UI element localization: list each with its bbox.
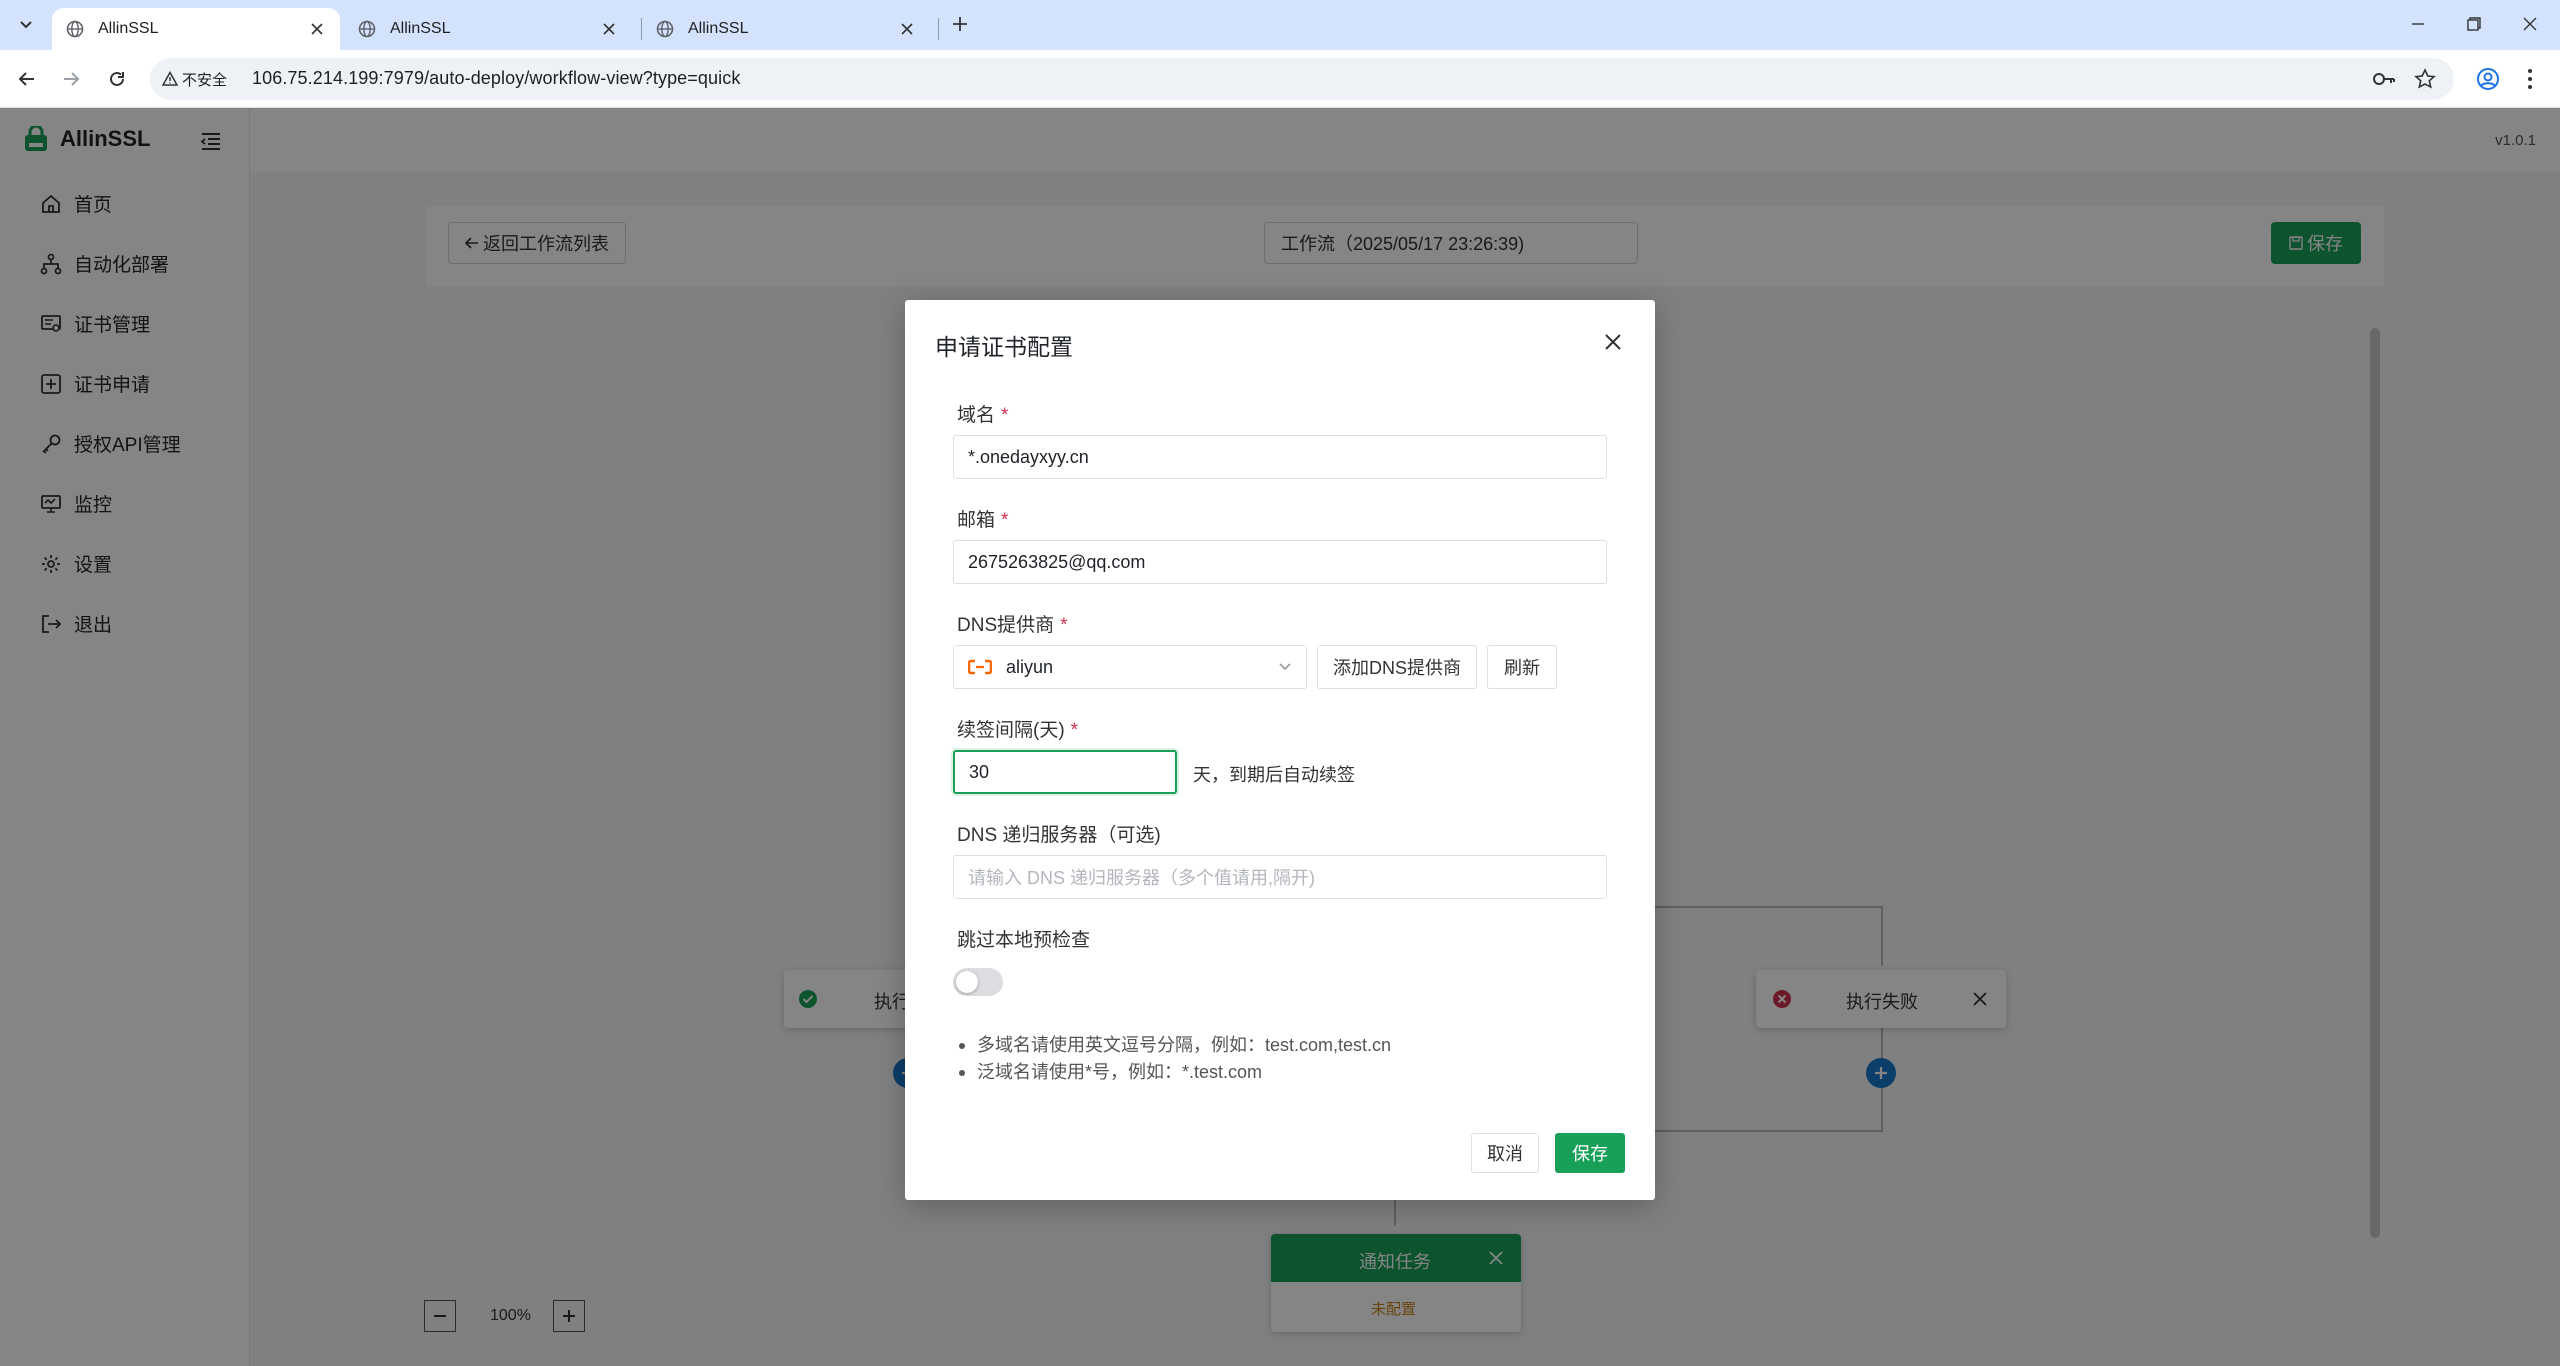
dns-provider-select[interactable]: aliyun: [953, 645, 1307, 689]
tab-title: AllinSSL: [390, 20, 451, 37]
close-icon: [2523, 17, 2537, 31]
tab-separator: [938, 18, 939, 40]
required-mark: *: [1060, 615, 1068, 636]
domain-label: 域名 *: [957, 400, 1008, 427]
new-tab-button[interactable]: [940, 4, 980, 44]
email-input[interactable]: 2675263825@qq.com: [953, 540, 1607, 584]
minimize-icon: [2412, 23, 2424, 25]
browser-tab-3[interactable]: AllinSSL: [642, 8, 930, 50]
back-button[interactable]: [12, 64, 42, 94]
minimize-button[interactable]: [2390, 0, 2446, 48]
profile-icon[interactable]: [2476, 67, 2500, 91]
skip-check-toggle[interactable]: [953, 968, 1003, 996]
reload-icon: [110, 71, 124, 86]
reload-button[interactable]: [102, 64, 132, 94]
url-text: 106.75.214.199:7979/auto-deploy/workflow…: [252, 68, 741, 88]
globe-icon: [66, 20, 84, 38]
more-menu-icon[interactable]: [2526, 67, 2534, 91]
restore-button[interactable]: [2446, 0, 2502, 48]
browser-tab-strip: AllinSSL AllinSSL AllinSSL: [0, 0, 2560, 50]
renew-suffix: 天，到期后自动续签: [1193, 765, 1355, 785]
close-icon[interactable]: [1599, 328, 1627, 356]
help-tips: 多域名请使用英文逗号分隔，例如：test.com,test.cn 泛域名请使用*…: [955, 1032, 1391, 1086]
star-icon[interactable]: [2414, 68, 2436, 90]
label-text: 邮箱: [957, 510, 996, 531]
chevron-down-icon: [1279, 663, 1291, 671]
cancel-button[interactable]: 取消: [1471, 1133, 1539, 1173]
tip-item: 多域名请使用英文逗号分隔，例如：test.com,test.cn: [955, 1032, 1391, 1059]
browser-tab-1[interactable]: AllinSSL: [52, 8, 340, 50]
globe-icon: [358, 20, 376, 38]
cert-apply-config-dialog: 申请证书配置 域名 * *.onedayxyy.cn 邮箱 * 2675263825…: [905, 300, 1655, 1200]
toggle-knob: [956, 971, 978, 993]
arrow-left-icon: [18, 72, 34, 86]
close-tab-icon[interactable]: [894, 16, 920, 42]
plus-icon: [953, 17, 967, 31]
arrow-right-icon: [64, 72, 80, 86]
dns-provider-value: aliyun: [1006, 656, 1054, 677]
restore-icon: [2467, 17, 2481, 31]
required-mark: *: [1070, 720, 1079, 741]
security-label: 不安全: [182, 71, 228, 89]
refresh-button[interactable]: 刷新: [1487, 645, 1557, 689]
address-bar[interactable]: 不安全 106.75.214.199:7979/auto-deploy/work…: [150, 58, 2454, 100]
skip-check-label: 跳过本地预检查: [957, 930, 1091, 951]
add-dns-provider-button[interactable]: 添加DNS提供商: [1317, 645, 1477, 689]
dns-provider-label: DNS提供商 *: [957, 610, 1068, 637]
renew-interval-input[interactable]: 30: [953, 750, 1177, 794]
required-mark: *: [1001, 405, 1009, 426]
save-button[interactable]: 保存: [1555, 1133, 1625, 1173]
label-text: 域名: [957, 405, 996, 426]
globe-icon: [656, 20, 674, 38]
browser-tab-2[interactable]: AllinSSL: [344, 8, 632, 50]
email-label: 邮箱 *: [957, 505, 1008, 532]
label-text: 续签间隔(天): [957, 720, 1065, 741]
forward-button[interactable]: [56, 64, 86, 94]
tab-search-button[interactable]: [6, 4, 46, 44]
tip-item: 泛域名请使用*号，例如：*.test.com: [955, 1059, 1391, 1086]
tab-title: AllinSSL: [98, 20, 159, 37]
browser-toolbar: 不安全 106.75.214.199:7979/auto-deploy/work…: [0, 50, 2560, 108]
dns-server-label: DNS 递归服务器（可选): [957, 825, 1161, 846]
close-tab-icon[interactable]: [304, 16, 330, 42]
aliyun-logo-icon: [968, 659, 992, 675]
tab-title: AllinSSL: [688, 20, 749, 37]
domain-input[interactable]: *.onedayxyy.cn: [953, 435, 1607, 479]
label-text: DNS提供商: [957, 615, 1055, 636]
dns-server-input[interactable]: 请输入 DNS 递归服务器（多个值请用,隔开): [953, 855, 1607, 899]
required-mark: *: [1001, 510, 1009, 531]
security-indicator[interactable]: 不安全: [162, 68, 227, 90]
chevron-down-icon: [20, 21, 32, 29]
dialog-title: 申请证书配置: [935, 334, 1073, 360]
close-window-button[interactable]: [2502, 0, 2558, 48]
warning-icon: [162, 71, 178, 86]
close-tab-icon[interactable]: [596, 16, 622, 42]
renew-interval-label: 续签间隔(天) *: [957, 715, 1078, 742]
password-key-icon[interactable]: [2372, 69, 2396, 89]
